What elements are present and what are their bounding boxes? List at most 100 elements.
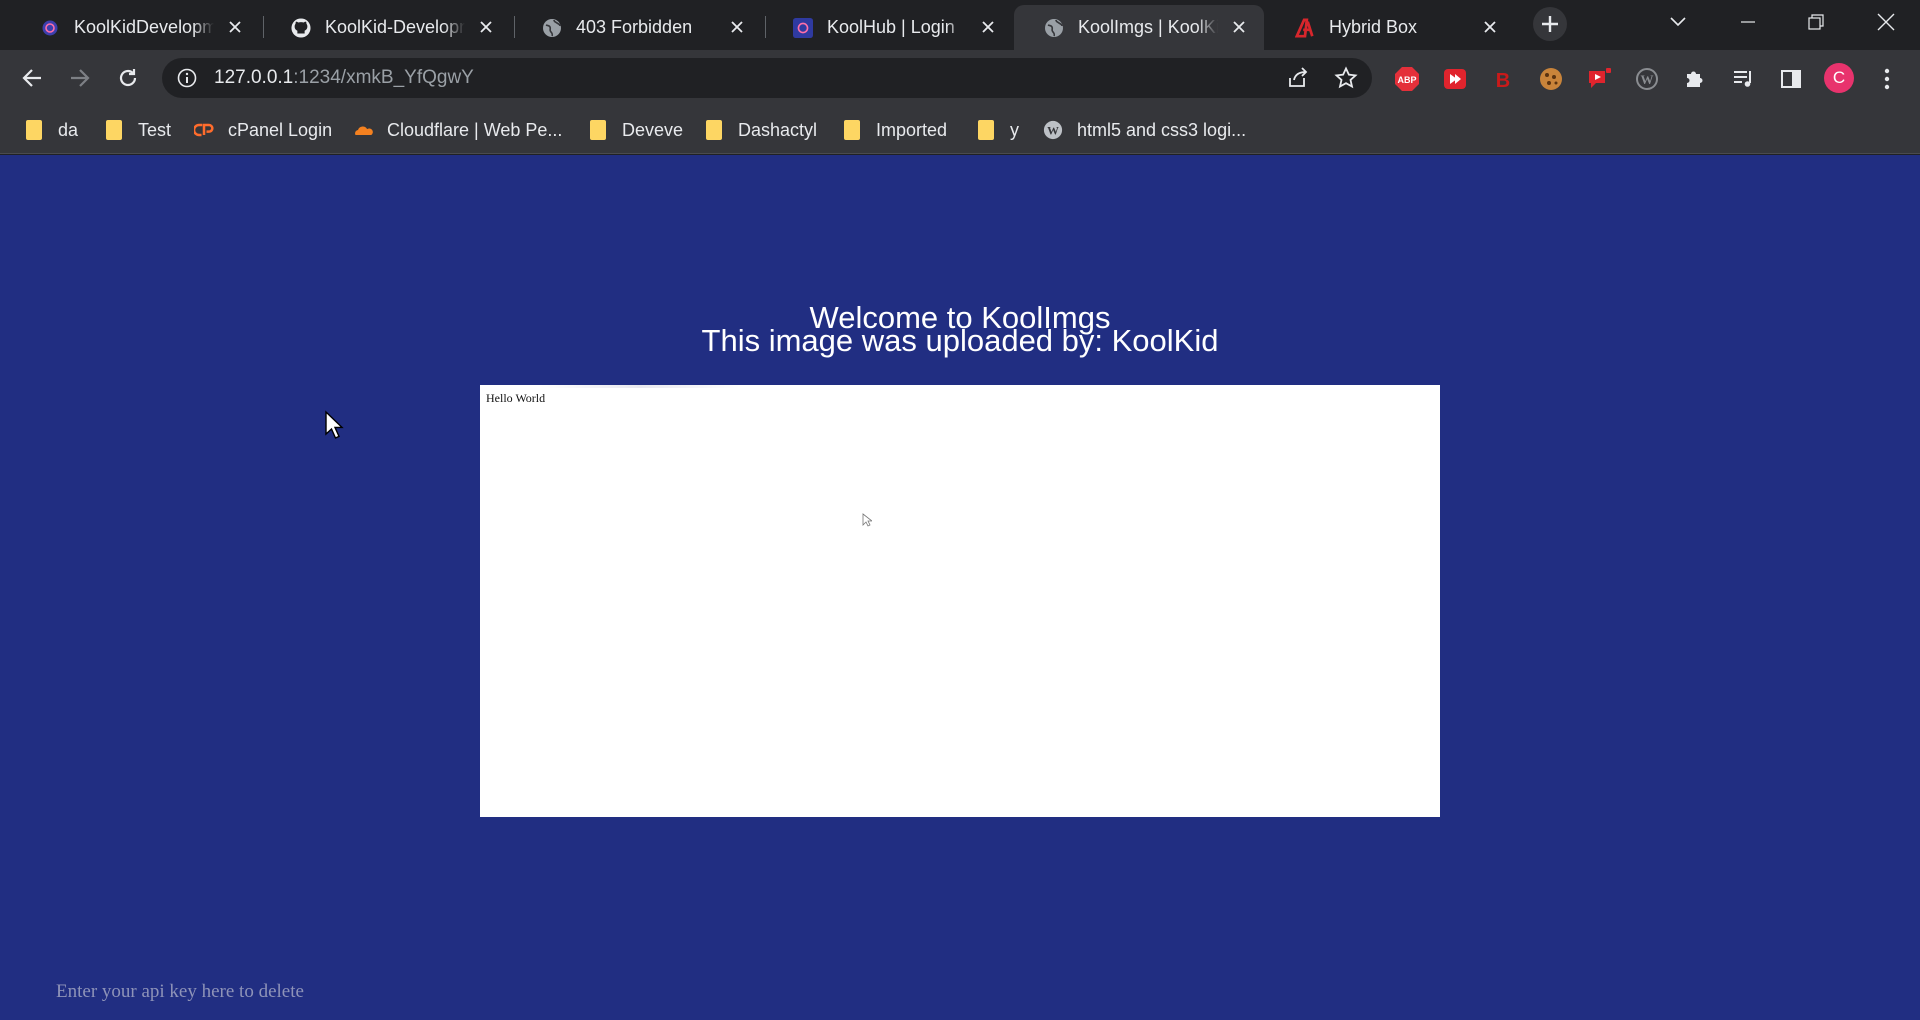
bookmarks-bar: da Test cPanel Login Cloudflare | Web Pe… <box>0 106 1920 154</box>
close-icon[interactable] <box>224 16 246 38</box>
uploaded-image: Hello World <box>480 385 1440 817</box>
cursor-icon <box>862 513 872 527</box>
koolkid-icon <box>40 18 60 38</box>
red-play-icon[interactable] <box>1442 66 1468 92</box>
wordpress-icon[interactable]: W <box>1634 66 1660 92</box>
share-icon[interactable] <box>1286 66 1310 90</box>
mouse-pointer-icon <box>325 410 344 439</box>
arrow-right-icon <box>71 69 90 87</box>
close-icon[interactable] <box>475 16 497 38</box>
address-path: :1234/xmkB_YfQgwY <box>293 67 474 88</box>
back-button[interactable] <box>14 60 50 96</box>
red-b-icon[interactable]: B <box>1490 66 1516 92</box>
tab-koolhub-login[interactable]: KoolHub | Login <box>763 5 1013 50</box>
bookmark-html5-css3-login[interactable]: W html5 and css3 logi... <box>1043 116 1246 144</box>
svg-text:B: B <box>1496 70 1510 92</box>
site-info-icon[interactable] <box>176 67 198 89</box>
bookmark-imported[interactable]: Imported <box>842 116 947 144</box>
close-icon[interactable] <box>726 16 748 38</box>
api-key-input[interactable] <box>56 977 476 1007</box>
bookmark-label: Imported <box>876 119 948 140</box>
close-icon[interactable] <box>1228 16 1250 38</box>
hybrid-a-icon <box>1295 18 1315 38</box>
minimize-icon <box>1741 21 1755 23</box>
close-icon <box>1877 13 1895 31</box>
cpanel-icon <box>194 120 214 140</box>
bookmark-y[interactable]: y <box>976 116 1019 144</box>
svg-text:ABP: ABP <box>1397 75 1416 85</box>
plus-icon <box>1542 16 1558 32</box>
red-extension-icon[interactable] <box>1586 66 1612 92</box>
puzzle-icon[interactable] <box>1682 66 1708 92</box>
chevron-down-icon <box>1670 17 1686 27</box>
globe-icon <box>1044 18 1064 38</box>
restore-button[interactable] <box>1786 0 1846 44</box>
tab-title: Hybrid Box <box>1329 17 1418 37</box>
folder-icon <box>104 120 124 140</box>
new-tab-button[interactable] <box>1533 7 1567 41</box>
bookmark-label: Cloudflare | Web Pe... <box>387 119 563 140</box>
image-text: Hello World <box>486 391 546 405</box>
globe-icon <box>542 18 562 38</box>
tab-github[interactable]: KoolKid-Developme <box>261 5 511 50</box>
bookmark-da[interactable]: da <box>24 116 78 144</box>
bookmark-label: Test <box>138 119 172 140</box>
bookmark-star-icon[interactable] <box>1334 66 1358 90</box>
media-queue-icon[interactable] <box>1730 66 1756 92</box>
tab-title: KoolHub | Login <box>827 17 955 37</box>
tab-title: KoolKid-Developme <box>325 17 465 37</box>
svg-text:W: W <box>1641 72 1654 87</box>
folder-icon <box>842 120 862 140</box>
koolkid-icon <box>793 18 813 38</box>
page-content: Welcome to KoolImgs This image was uploa… <box>0 155 1920 1020</box>
reload-button[interactable] <box>110 60 146 96</box>
cookie-icon[interactable] <box>1538 66 1564 92</box>
profile-avatar[interactable]: C <box>1824 63 1854 93</box>
image-shade <box>540 385 740 388</box>
tab-title: KoolKidDevelopme <box>74 17 214 37</box>
bookmark-label: html5 and css3 logi... <box>1077 119 1247 140</box>
tab-403-forbidden[interactable]: 403 Forbidden <box>512 5 762 50</box>
minimize-button[interactable] <box>1718 0 1778 44</box>
browser-toolbar: 127.0.0.1:1234/xmkB_YfQgwY ABP B W C <box>0 50 1920 106</box>
arrow-left-icon <box>22 69 41 87</box>
address-bar[interactable]: 127.0.0.1:1234/xmkB_YfQgwY <box>162 58 1372 98</box>
tab-strip: KoolKidDevelopme KoolKid-Developme 403 F… <box>0 0 1920 50</box>
menu-kebab-icon[interactable] <box>1874 66 1900 92</box>
forward-button[interactable] <box>62 60 98 96</box>
bookmark-test[interactable]: Test <box>104 116 171 144</box>
bookmark-cpanel-login[interactable]: cPanel Login <box>194 116 332 144</box>
wordpress-icon: W <box>1043 120 1063 140</box>
reload-icon <box>119 69 137 87</box>
bookmark-dashactyl[interactable]: Dashactyl <box>704 116 817 144</box>
address-host: 127.0.0.1 <box>214 67 294 88</box>
close-window-button[interactable] <box>1856 0 1916 44</box>
tab-koolimgs[interactable]: KoolImgs | KoolKid <box>1014 5 1264 50</box>
bookmark-label: Dashactyl <box>738 119 818 140</box>
svg-text:W: W <box>1047 124 1059 138</box>
close-icon[interactable] <box>1479 16 1501 38</box>
side-panel-icon[interactable] <box>1778 66 1804 92</box>
folder-icon <box>588 120 608 140</box>
folder-icon <box>976 120 996 140</box>
adblock-plus-icon[interactable]: ABP <box>1394 66 1420 92</box>
github-icon <box>291 18 311 38</box>
bookmark-label: y <box>1010 119 1019 140</box>
bookmark-label: da <box>58 119 79 140</box>
address-url: 127.0.0.1:1234/xmkB_YfQgwY <box>214 67 474 89</box>
tab-title: KoolImgs | KoolKid <box>1078 17 1218 37</box>
close-icon[interactable] <box>977 16 999 38</box>
uploader-line: This image was uploaded by: KoolKid <box>701 323 1219 358</box>
folder-icon <box>24 120 44 140</box>
restore-icon <box>1808 14 1824 30</box>
bookmark-label: cPanel Login <box>228 119 333 140</box>
bookmark-cloudflare[interactable]: Cloudflare | Web Pe... <box>353 116 562 144</box>
tab-hybrid-box[interactable]: Hybrid Box <box>1265 5 1515 50</box>
tab-search-button[interactable] <box>1648 0 1708 44</box>
folder-icon <box>704 120 724 140</box>
cloudflare-icon <box>353 120 373 140</box>
tab-koolkid-developments[interactable]: KoolKidDevelopme <box>10 5 260 50</box>
bookmark-deveve[interactable]: Deveve <box>588 116 683 144</box>
tab-title: 403 Forbidden <box>576 17 693 37</box>
bookmark-label: Deveve <box>622 119 684 140</box>
